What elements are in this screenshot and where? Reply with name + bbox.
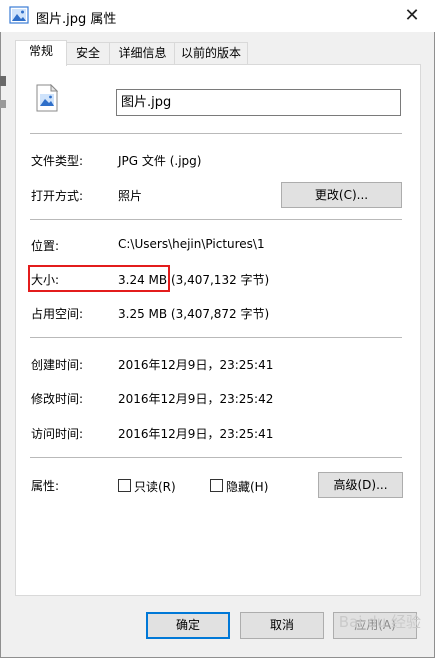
readonly-label[interactable]: 只读(R) (134, 478, 176, 495)
readonly-checkbox[interactable] (118, 479, 131, 492)
file-type-value: JPG 文件 (.jpg) (118, 154, 202, 168)
image-file-icon (36, 84, 58, 112)
tab-label: 以前的版本 (180, 46, 241, 60)
close-icon: ✕ (404, 5, 420, 26)
tab-label: 安全 (75, 46, 100, 60)
divider (30, 133, 402, 134)
general-panel (15, 64, 421, 596)
opens-with-label: 打开方式: (31, 189, 84, 203)
background-window-fragment (0, 76, 6, 86)
modified-value: 2016年12月9日，23:25:42 (118, 392, 274, 406)
divider (30, 219, 402, 220)
tab-security[interactable]: 安全 (65, 42, 111, 65)
location-label: 位置: (31, 239, 60, 253)
size-on-disk-label: 占用空间: (31, 307, 84, 321)
location-value: C:\Users\hejin\Pictures\1 (118, 237, 265, 251)
opens-with-value: 照片 (118, 189, 143, 203)
created-value: 2016年12月9日，23:25:41 (118, 358, 274, 372)
accessed-label: 访问时间: (31, 427, 84, 441)
modified-label: 修改时间: (31, 392, 84, 406)
image-file-icon (9, 6, 29, 24)
window-title: 图片.jpg 属性 (36, 12, 117, 27)
tab-label: 详细信息 (118, 46, 167, 60)
hidden-checkbox[interactable] (210, 479, 223, 492)
created-label: 创建时间: (31, 358, 84, 372)
change-button[interactable]: 更改(C)... (281, 182, 402, 208)
close-button[interactable]: ✕ (396, 3, 428, 29)
size-bytes: (3,407,132 字节) (170, 273, 270, 287)
watermark: Bai du 经验 (338, 613, 421, 631)
accessed-value: 2016年12月9日，23:25:41 (118, 427, 274, 441)
tab-label: 常规 (28, 44, 53, 58)
hidden-label[interactable]: 隐藏(H) (226, 478, 268, 495)
file-type-label: 文件类型: (31, 154, 84, 168)
file-name-input[interactable]: 图片.jpg (116, 89, 401, 116)
background-window-fragment (0, 100, 6, 108)
tab-details[interactable]: 详细信息 (109, 42, 176, 65)
divider (30, 457, 402, 458)
cancel-button[interactable]: 取消 (240, 612, 324, 639)
attributes-label: 属性: (31, 479, 60, 493)
advanced-button[interactable]: 高级(D)... (318, 472, 403, 498)
divider (30, 337, 402, 338)
tab-previous-versions[interactable]: 以前的版本 (174, 42, 248, 65)
ok-button[interactable]: 确定 (146, 612, 230, 639)
size-on-disk-value: 3.25 MB (3,407,872 字节) (118, 307, 270, 321)
highlight-box (28, 265, 170, 292)
tab-general[interactable]: 常规 (15, 40, 67, 66)
